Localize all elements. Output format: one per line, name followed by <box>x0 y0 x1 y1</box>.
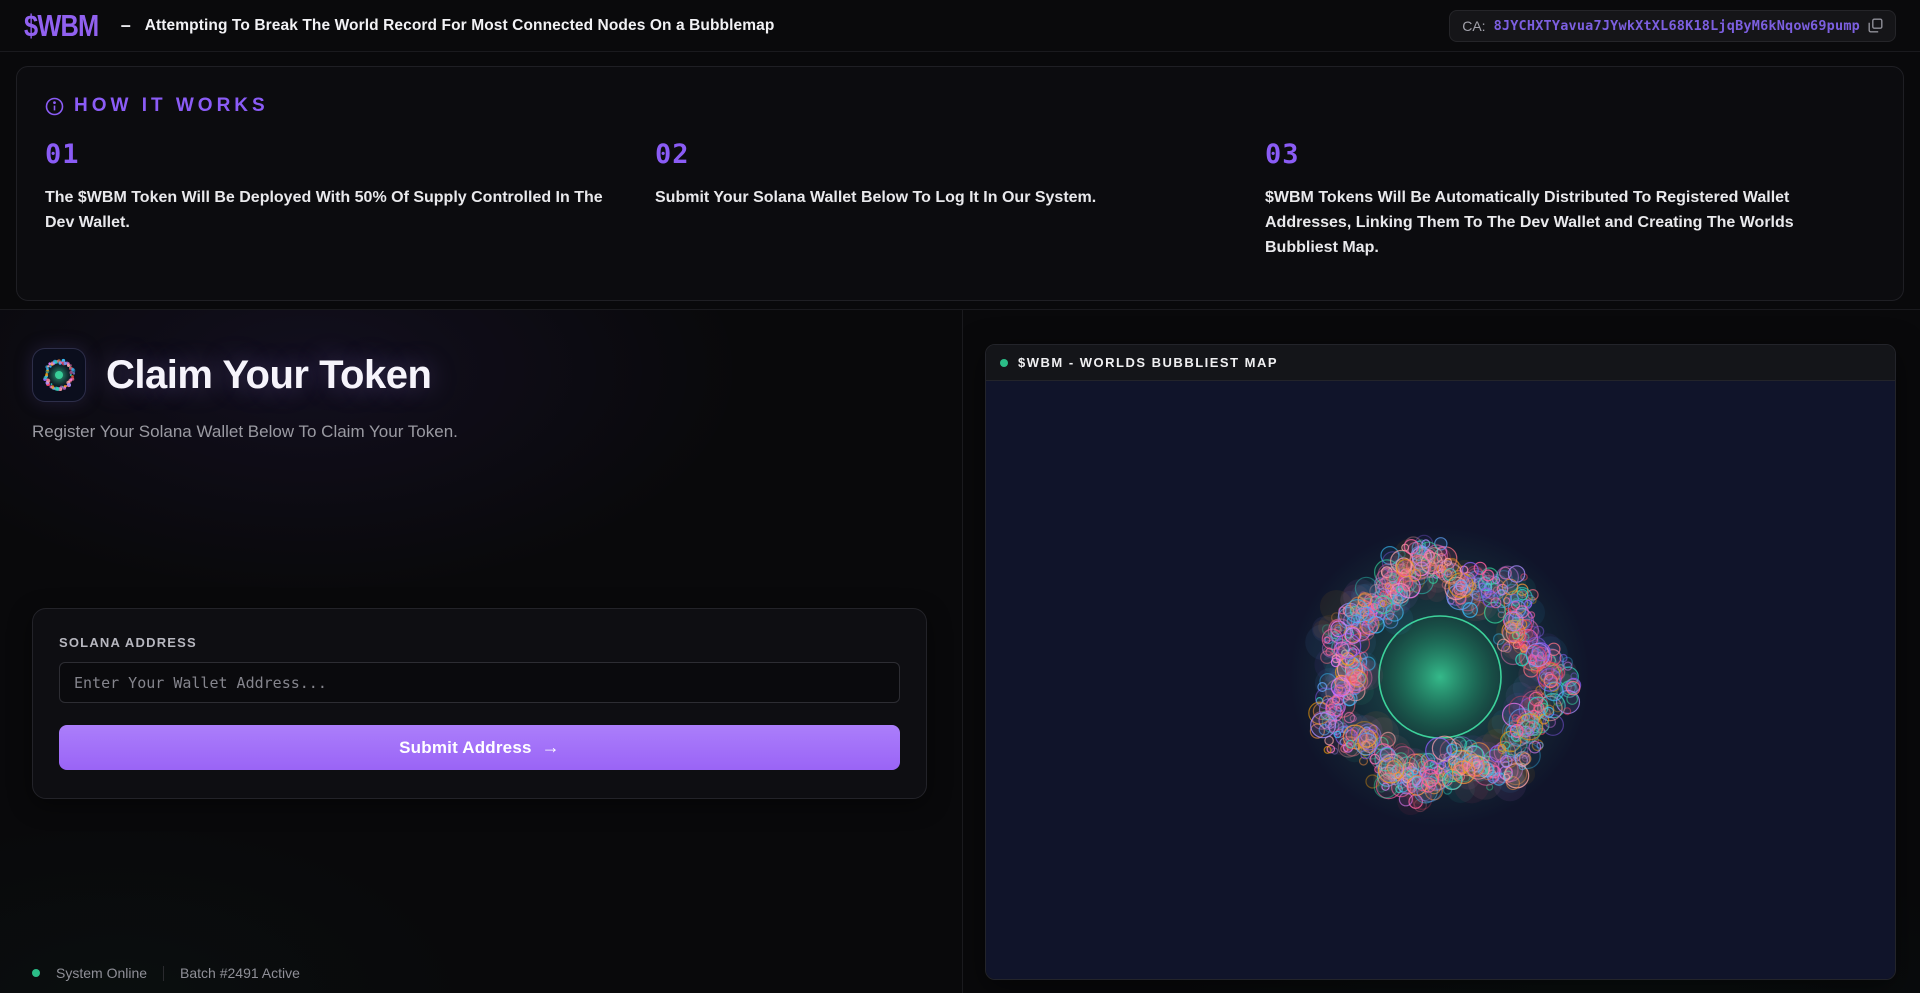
info-icon <box>45 97 64 116</box>
system-status-text: System Online <box>56 965 147 981</box>
bubblemap-canvas[interactable] <box>986 381 1895 979</box>
map-section: $WBM - WORLDS BUBBLIEST MAP <box>963 310 1920 993</box>
status-divider <box>163 966 164 981</box>
brand-logo: $WBM <box>24 8 98 44</box>
bubblemap-panel: $WBM - WORLDS BUBBLIEST MAP <box>985 344 1896 980</box>
how-it-works-title: HOW IT WORKS <box>74 95 269 117</box>
batch-status-text: Batch #2491 Active <box>180 965 300 981</box>
how-it-works-card: HOW IT WORKS 01 The $WBM Token Will Be D… <box>16 66 1904 301</box>
solana-address-label: SOLANA ADDRESS <box>59 635 900 650</box>
submit-address-button[interactable]: Submit Address → <box>59 725 900 770</box>
contract-address-pill[interactable]: CA: 8JYCHXTYavua7JYwkXtXL68K18LjqByM6kNq… <box>1449 10 1896 42</box>
step-3-text: $WBM Tokens Will Be Automatically Distri… <box>1265 186 1825 260</box>
ca-label: CA: <box>1462 18 1485 34</box>
step-3-number: 03 <box>1265 139 1825 170</box>
step-1: 01 The $WBM Token Will Be Deployed With … <box>45 139 655 260</box>
how-it-works-steps: 01 The $WBM Token Will Be Deployed With … <box>45 139 1875 260</box>
top-bar: $WBM – Attempting To Break The World Rec… <box>0 0 1920 52</box>
claim-subtitle: Register Your Solana Wallet Below To Cla… <box>32 422 962 442</box>
site-tagline: Attempting To Break The World Record For… <box>145 17 775 35</box>
step-2: 02 Submit Your Solana Wallet Below To Lo… <box>655 139 1265 260</box>
status-bar: System Online Batch #2491 Active <box>32 965 300 981</box>
step-2-number: 02 <box>655 139 1215 170</box>
step-3: 03 $WBM Tokens Will Be Automatically Dis… <box>1265 139 1875 260</box>
contract-address: 8JYCHXTYavua7JYwkXtXL68K18LjqByM6kNqow69… <box>1494 18 1860 34</box>
page-title: Claim Your Token <box>106 353 431 398</box>
step-1-text: The $WBM Token Will Be Deployed With 50%… <box>45 186 605 236</box>
submit-button-label: Submit Address <box>399 738 532 758</box>
online-status-dot <box>32 969 40 977</box>
claim-section: Claim Your Token Register Your Solana Wa… <box>0 310 963 993</box>
bubblemap-mini-icon <box>32 348 86 402</box>
step-1-number: 01 <box>45 139 605 170</box>
map-status-dot <box>1000 359 1008 367</box>
bubblemap-panel-header: $WBM - WORLDS BUBBLIEST MAP <box>986 345 1895 381</box>
claim-form-card: SOLANA ADDRESS Submit Address → <box>32 608 927 799</box>
step-2-text: Submit Your Solana Wallet Below To Log I… <box>655 186 1215 211</box>
bubblemap-panel-title: $WBM - WORLDS BUBBLIEST MAP <box>1018 355 1278 370</box>
wallet-address-input[interactable] <box>59 662 900 703</box>
arrow-right-icon: → <box>542 737 560 758</box>
logo-separator: – <box>121 15 131 36</box>
copy-icon[interactable] <box>1868 18 1883 33</box>
